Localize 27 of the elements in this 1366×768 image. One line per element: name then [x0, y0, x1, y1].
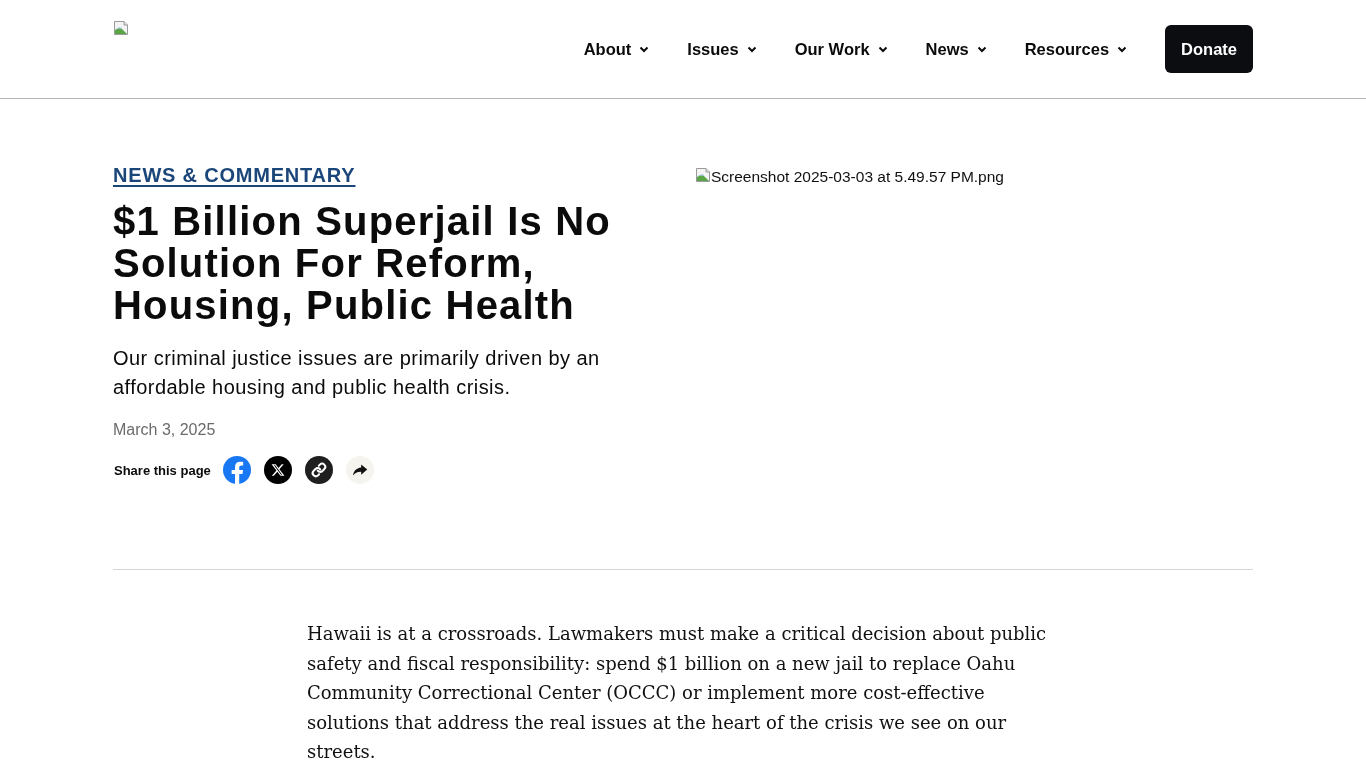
category-link[interactable]: NEWS & COMMENTARY [113, 164, 356, 187]
share-button[interactable] [345, 456, 374, 484]
body-paragraph: Hawaii is at a crossroads. Lawmakers must make a critical decision about public safety and fiscal responsibility: spend $1 billion on a new jail to replace Oahu Community Correctional Center (OCCC) or implement more cost-effective solutions that address the real issues at the heart of the crisis we see on our streets. [307, 622, 1048, 764]
chevron-down-icon [1117, 45, 1128, 53]
chevron-down-icon [639, 45, 650, 53]
x-logo-icon [263, 456, 292, 484]
nav-menu-item[interactable]: Resources [1024, 39, 1128, 59]
chevron-down-icon [877, 45, 888, 53]
link-icon [304, 456, 333, 484]
logo-link[interactable] [113, 20, 129, 36]
image-alt-text: Screenshot 2025-03-03 at 5.49.57 PM.png [711, 167, 1004, 187]
share-button[interactable] [304, 456, 333, 484]
broken-image-icon [113, 20, 129, 36]
facebook-icon [222, 456, 251, 484]
chevron-down-icon [746, 45, 757, 53]
share-button[interactable] [263, 456, 292, 484]
nav-menu-item[interactable]: About [583, 39, 650, 59]
article-title: $1 Billion Superjail Is No Solution For Reform, Housing, Public Health [113, 200, 612, 326]
share-label: Share this page [114, 462, 211, 478]
broken-image-icon [695, 167, 711, 183]
article-subtitle: Our criminal justice issues are primarily driven by an affordable housing and public health crisis. [113, 346, 601, 400]
nav-menu-item[interactable]: Issues [687, 39, 757, 59]
nav-menu-item[interactable]: News [925, 39, 987, 59]
nav-menu-item[interactable]: Our Work [794, 39, 888, 59]
publish-date: March 3, 2025 [113, 421, 216, 439]
chevron-down-icon [976, 45, 987, 53]
donate-button[interactable]: Donate [1165, 25, 1253, 73]
